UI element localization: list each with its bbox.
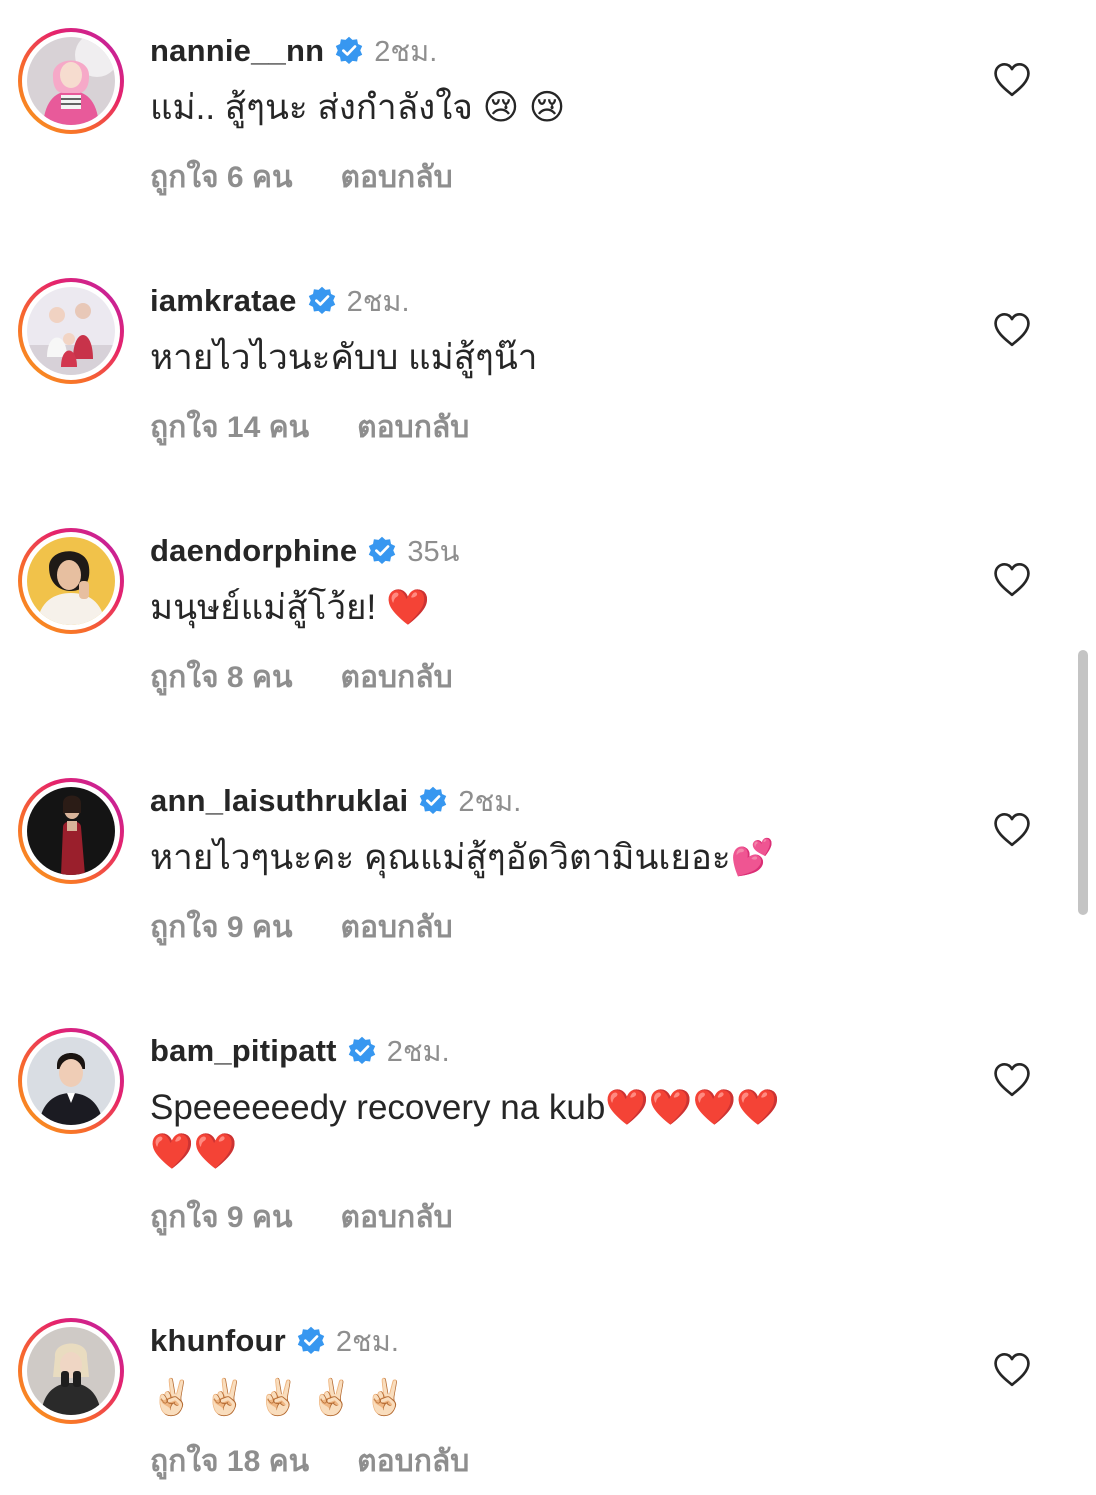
verified-badge-icon [347, 1036, 377, 1066]
verified-badge-icon [418, 786, 448, 816]
avatar[interactable] [27, 287, 115, 375]
comment-text: หายไวๆนะคะ คุณแม่สู้ๆอัดวิตามินเยอะ💕 [150, 838, 775, 877]
comment-text: มนุษย์แม่สู้โว้ย! ❤️ [150, 588, 430, 627]
avatar[interactable] [27, 1327, 115, 1415]
reply-button[interactable]: ตอบกลับ [341, 154, 453, 201]
like-count-link[interactable]: ถูกใจ 9 คน [150, 1194, 293, 1241]
avatar-story-ring[interactable] [18, 1318, 124, 1424]
scrollbar[interactable] [1078, 650, 1088, 915]
heart-outline-icon[interactable] [993, 812, 1031, 848]
avatar[interactable] [27, 1037, 115, 1125]
comment-header: ann_laisuthruklai 2ชม. [150, 780, 521, 822]
comment-actions: ถูกใจ 14 คน ตอบกลับ [150, 407, 469, 447]
reply-button[interactable]: ตอบกลับ [357, 1438, 469, 1485]
verified-badge-icon [367, 536, 397, 566]
comment-timestamp: 2ชม. [346, 286, 410, 318]
username-link[interactable]: daendorphine [150, 533, 357, 569]
comment-timestamp: 2ชม. [458, 786, 522, 818]
heart-outline-icon[interactable] [993, 562, 1031, 598]
verified-badge-icon [296, 1326, 326, 1356]
comment-text: หายไวไวนะคับบ แม่สู้ๆน๊า [150, 338, 538, 377]
username-link[interactable]: khunfour [150, 1323, 286, 1359]
heart-outline-icon[interactable] [993, 1352, 1031, 1388]
avatar[interactable] [27, 787, 115, 875]
comment-text: แม่.. สู้ๆนะ ส่งกำลังใจ 😢 😢 [150, 88, 566, 127]
verified-badge-icon [334, 36, 364, 66]
like-count-link[interactable]: ถูกใจ 6 คน [150, 154, 293, 201]
like-count-link[interactable]: ถูกใจ 14 คน [150, 404, 309, 451]
like-count-link[interactable]: ถูกใจ 8 คน [150, 654, 293, 701]
avatar-story-ring[interactable] [18, 528, 124, 634]
reply-button[interactable]: ตอบกลับ [341, 904, 453, 951]
comment-header: nannie__nn 2ชม. [150, 30, 437, 72]
comment-actions: ถูกใจ 8 คน ตอบกลับ [150, 657, 453, 697]
comment-actions: ถูกใจ 9 คน ตอบกลับ [150, 1197, 453, 1237]
heart-outline-icon[interactable] [993, 312, 1031, 348]
username-link[interactable]: iamkratae [150, 283, 297, 319]
comment-actions: ถูกใจ 9 คน ตอบกลับ [150, 907, 453, 947]
username-link[interactable]: ann_laisuthruklai [150, 783, 408, 819]
comment-timestamp: 2ชม. [386, 1036, 450, 1068]
comment-text: ✌🏻 ✌🏻 ✌🏻 ✌🏻 ✌🏻 [150, 1378, 407, 1417]
comment-timestamp: 2ชม. [374, 36, 438, 68]
avatar[interactable] [27, 537, 115, 625]
username-link[interactable]: nannie__nn [150, 33, 324, 69]
like-count-link[interactable]: ถูกใจ 18 คน [150, 1438, 309, 1485]
avatar[interactable] [27, 37, 115, 125]
comment-actions: ถูกใจ 18 คน ตอบกลับ [150, 1441, 469, 1481]
avatar-story-ring[interactable] [18, 28, 124, 134]
avatar-story-ring[interactable] [18, 1028, 124, 1134]
comment-timestamp: 2ชม. [335, 1326, 399, 1358]
reply-button[interactable]: ตอบกลับ [357, 404, 469, 451]
comment-header: daendorphine 35น [150, 530, 459, 572]
comment-text: Speeeeeedy recovery na kub❤️❤️❤️❤️ ❤️❤️ [150, 1088, 780, 1171]
reply-button[interactable]: ตอบกลับ [341, 1194, 453, 1241]
comment-header: khunfour 2ชม. [150, 1320, 399, 1362]
comment-timestamp: 35น [407, 536, 460, 568]
like-count-link[interactable]: ถูกใจ 9 คน [150, 904, 293, 951]
avatar-story-ring[interactable] [18, 278, 124, 384]
verified-badge-icon [307, 286, 337, 316]
username-link[interactable]: bam_pitipatt [150, 1033, 337, 1069]
reply-button[interactable]: ตอบกลับ [341, 654, 453, 701]
comment-header: iamkratae 2ชม. [150, 280, 410, 322]
heart-outline-icon[interactable] [993, 62, 1031, 98]
comment-header: bam_pitipatt 2ชม. [150, 1030, 450, 1072]
avatar-story-ring[interactable] [18, 778, 124, 884]
heart-outline-icon[interactable] [993, 1062, 1031, 1098]
comment-actions: ถูกใจ 6 คน ตอบกลับ [150, 157, 453, 197]
